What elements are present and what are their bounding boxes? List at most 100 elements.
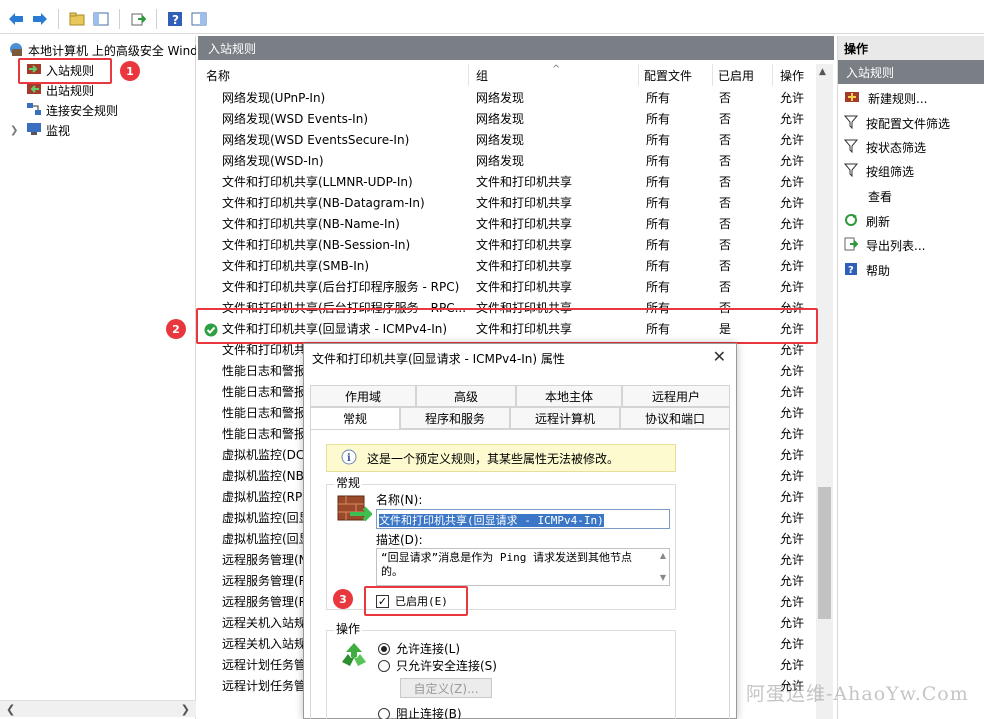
cell-action: 允许 xyxy=(780,133,805,147)
recycle-arrows-icon xyxy=(338,640,370,673)
customize-button[interactable]: 自定义(Z)... xyxy=(400,678,492,698)
column-divider[interactable] xyxy=(772,64,773,86)
description-field[interactable]: “回显请求”消息是作为 Ping 请求发送到其他节点的。 ▲ ▼ xyxy=(376,548,670,586)
column-header-enabled[interactable]: 已启用 xyxy=(718,64,754,86)
tree-item-connection-security[interactable]: 连接安全规则 xyxy=(26,100,118,120)
column-divider[interactable] xyxy=(638,64,639,86)
action-label: 按配置文件筛选 xyxy=(866,116,951,131)
actions-subtitle[interactable]: 入站规则 xyxy=(838,60,984,84)
column-divider[interactable] xyxy=(712,64,713,86)
predefined-rule-info-bar: i 这是一个预定义规则，其某些属性无法被修改。 xyxy=(326,444,676,472)
cell-action: 允许 xyxy=(780,490,805,504)
cell-profile: 所有 xyxy=(646,175,671,189)
radio-label: 允许连接(L) xyxy=(396,642,461,656)
actions-pane: 操作 入站规则 新建规则... 按配置文件筛选 按状态筛选 按组筛选 查看 刷新… xyxy=(837,36,984,719)
cell-action: 允许 xyxy=(780,658,805,672)
outbound-rules-icon xyxy=(26,82,42,99)
table-row[interactable]: 文件和打印机共享(SMB-In) 文件和打印机共享 所有 否 允许 xyxy=(198,256,814,277)
toolbar-separator xyxy=(119,8,120,29)
table-row[interactable]: 文件和打印机共享(NB-Session-In) 文件和打印机共享 所有 否 允许 xyxy=(198,235,814,256)
table-row[interactable]: 网络发现(WSD Events-In) 网络发现 所有 否 允许 xyxy=(198,109,814,130)
tab-programs-services[interactable]: 程序和服务 xyxy=(400,407,510,429)
scroll-left-icon[interactable]: ❮ xyxy=(6,703,15,716)
cell-name: 网络发现(WSD Events-In) xyxy=(222,112,369,126)
cell-action: 允许 xyxy=(780,385,805,399)
action-refresh[interactable]: 刷新 xyxy=(844,211,890,231)
radio-allow-connection[interactable]: 允许连接(L) xyxy=(378,640,460,657)
table-row[interactable]: 文件和打印机共享(NB-Name-In) 文件和打印机共享 所有 否 允许 xyxy=(198,214,814,235)
scroll-up-icon[interactable]: ▲ xyxy=(819,67,826,77)
step-badge-3: 3 xyxy=(333,589,353,609)
radio-dot[interactable] xyxy=(378,659,390,672)
show-hide-tree-icon[interactable] xyxy=(91,9,111,29)
tree-item-monitoring[interactable]: ❯ 监视 xyxy=(10,120,70,140)
action-label: 按状态筛选 xyxy=(866,140,927,155)
chevron-right-icon[interactable]: ❯ xyxy=(10,125,22,136)
svg-text:?: ? xyxy=(848,265,854,276)
tree-horizontal-scrollbar[interactable]: ❮ ❯ xyxy=(0,700,196,717)
column-header-name[interactable]: 名称 xyxy=(206,64,230,86)
scroll-right-icon[interactable]: ❯ xyxy=(181,703,190,716)
name-field[interactable]: 文件和打印机共享(回显请求 - ICMPv4-In) xyxy=(376,509,670,529)
close-icon[interactable]: ✕ xyxy=(713,347,726,366)
tree-root-firewall[interactable]: 本地计算机 上的高级安全 Windows 防火墙 xyxy=(8,40,196,60)
help-icon[interactable]: ? xyxy=(165,9,185,29)
rule-properties-dialog: 文件和打印机共享(回显请求 - ICMPv4-In) 属性 ✕ 作用域 高级 本… xyxy=(303,343,737,719)
cell-action: 允许 xyxy=(780,217,805,231)
monitoring-icon xyxy=(26,122,42,139)
tab-general[interactable]: 常规 xyxy=(310,407,400,430)
table-row[interactable]: 文件和打印机共享(NB-Datagram-In) 文件和打印机共享 所有 否 允许 xyxy=(198,193,814,214)
table-row[interactable]: 文件和打印机共享(LLMNR-UDP-In) 文件和打印机共享 所有 否 允许 xyxy=(198,172,814,193)
tab-remote-users[interactable]: 远程用户 xyxy=(622,385,730,407)
tree-root-label: 本地计算机 上的高级安全 Windows 防火墙 xyxy=(28,43,196,58)
export-list-icon[interactable] xyxy=(128,9,148,29)
column-header-profile[interactable]: 配置文件 xyxy=(644,64,692,86)
properties-pane-icon[interactable] xyxy=(189,9,209,29)
tab-scope[interactable]: 作用域 xyxy=(310,385,416,407)
scroll-up-icon[interactable]: ▲ xyxy=(660,551,666,560)
tree-item-label: 监视 xyxy=(46,123,71,138)
tree-item-label: 出站规则 xyxy=(46,83,95,98)
tab-advanced[interactable]: 高级 xyxy=(416,385,516,407)
column-header-group[interactable]: 组 xyxy=(476,64,488,86)
tab-local-principals[interactable]: 本地主体 xyxy=(516,385,622,407)
cell-group: 文件和打印机共享 xyxy=(476,175,573,189)
cell-name: 文件和打印机共享(NB-Datagram-In) xyxy=(222,196,425,210)
cell-enabled: 否 xyxy=(719,133,732,147)
action-export-list[interactable]: 导出列表... xyxy=(844,235,925,255)
forward-icon[interactable] xyxy=(30,9,50,29)
action-new-rule[interactable]: 新建规则... xyxy=(844,88,927,108)
cell-action: 允许 xyxy=(780,574,805,588)
svg-text:?: ? xyxy=(172,13,179,27)
scroll-down-icon[interactable]: ▼ xyxy=(660,573,666,582)
action-filter-state[interactable]: 按状态筛选 xyxy=(843,137,927,157)
action-label: 按组筛选 xyxy=(866,164,915,179)
radio-block-connection[interactable]: 阻止连接(B) xyxy=(378,705,462,719)
cell-enabled: 否 xyxy=(719,280,732,294)
scroll-thumb[interactable] xyxy=(818,487,831,619)
cell-group: 文件和打印机共享 xyxy=(476,259,573,273)
action-filter-group[interactable]: 按组筛选 xyxy=(843,161,915,181)
radio-dot[interactable] xyxy=(378,642,390,655)
table-row[interactable]: 网络发现(WSD-In) 网络发现 所有 否 允许 xyxy=(198,151,814,172)
rules-vertical-scrollbar[interactable]: ▲ xyxy=(816,64,833,719)
tab-remote-computers[interactable]: 远程计算机 xyxy=(510,407,620,429)
table-row[interactable]: 网络发现(UPnP-In) 网络发现 所有 否 允许 xyxy=(198,88,814,109)
action-filter-profile[interactable]: 按配置文件筛选 xyxy=(843,113,951,133)
tab-protocols-ports[interactable]: 协议和端口 xyxy=(620,407,730,429)
info-text: 这是一个预定义规则，其某些属性无法被修改。 xyxy=(367,451,620,466)
table-row[interactable]: 文件和打印机共享(后台打印程序服务 - RPC) 文件和打印机共享 所有 否 允许 xyxy=(198,277,814,298)
action-help[interactable]: ? 帮助 xyxy=(844,260,890,280)
cell-action: 允许 xyxy=(780,259,805,273)
navigation-tree: 本地计算机 上的高级安全 Windows 防火墙 入站规则 出站规则 连接安全规… xyxy=(0,36,196,719)
radio-dot[interactable] xyxy=(378,707,390,719)
folder-up-icon[interactable] xyxy=(67,9,87,29)
column-header-action[interactable]: 操作 xyxy=(780,64,804,86)
radio-allow-secure[interactable]: 只允许安全连接(S) xyxy=(378,657,497,674)
info-icon: i xyxy=(341,449,357,468)
table-row[interactable]: 网络发现(WSD EventsSecure-In) 网络发现 所有 否 允许 xyxy=(198,130,814,151)
action-view[interactable]: 查看 xyxy=(868,186,892,206)
name-field-value: 文件和打印机共享(回显请求 - ICMPv4-In) xyxy=(379,514,604,527)
back-icon[interactable] xyxy=(6,9,26,29)
column-divider[interactable] xyxy=(468,64,469,86)
